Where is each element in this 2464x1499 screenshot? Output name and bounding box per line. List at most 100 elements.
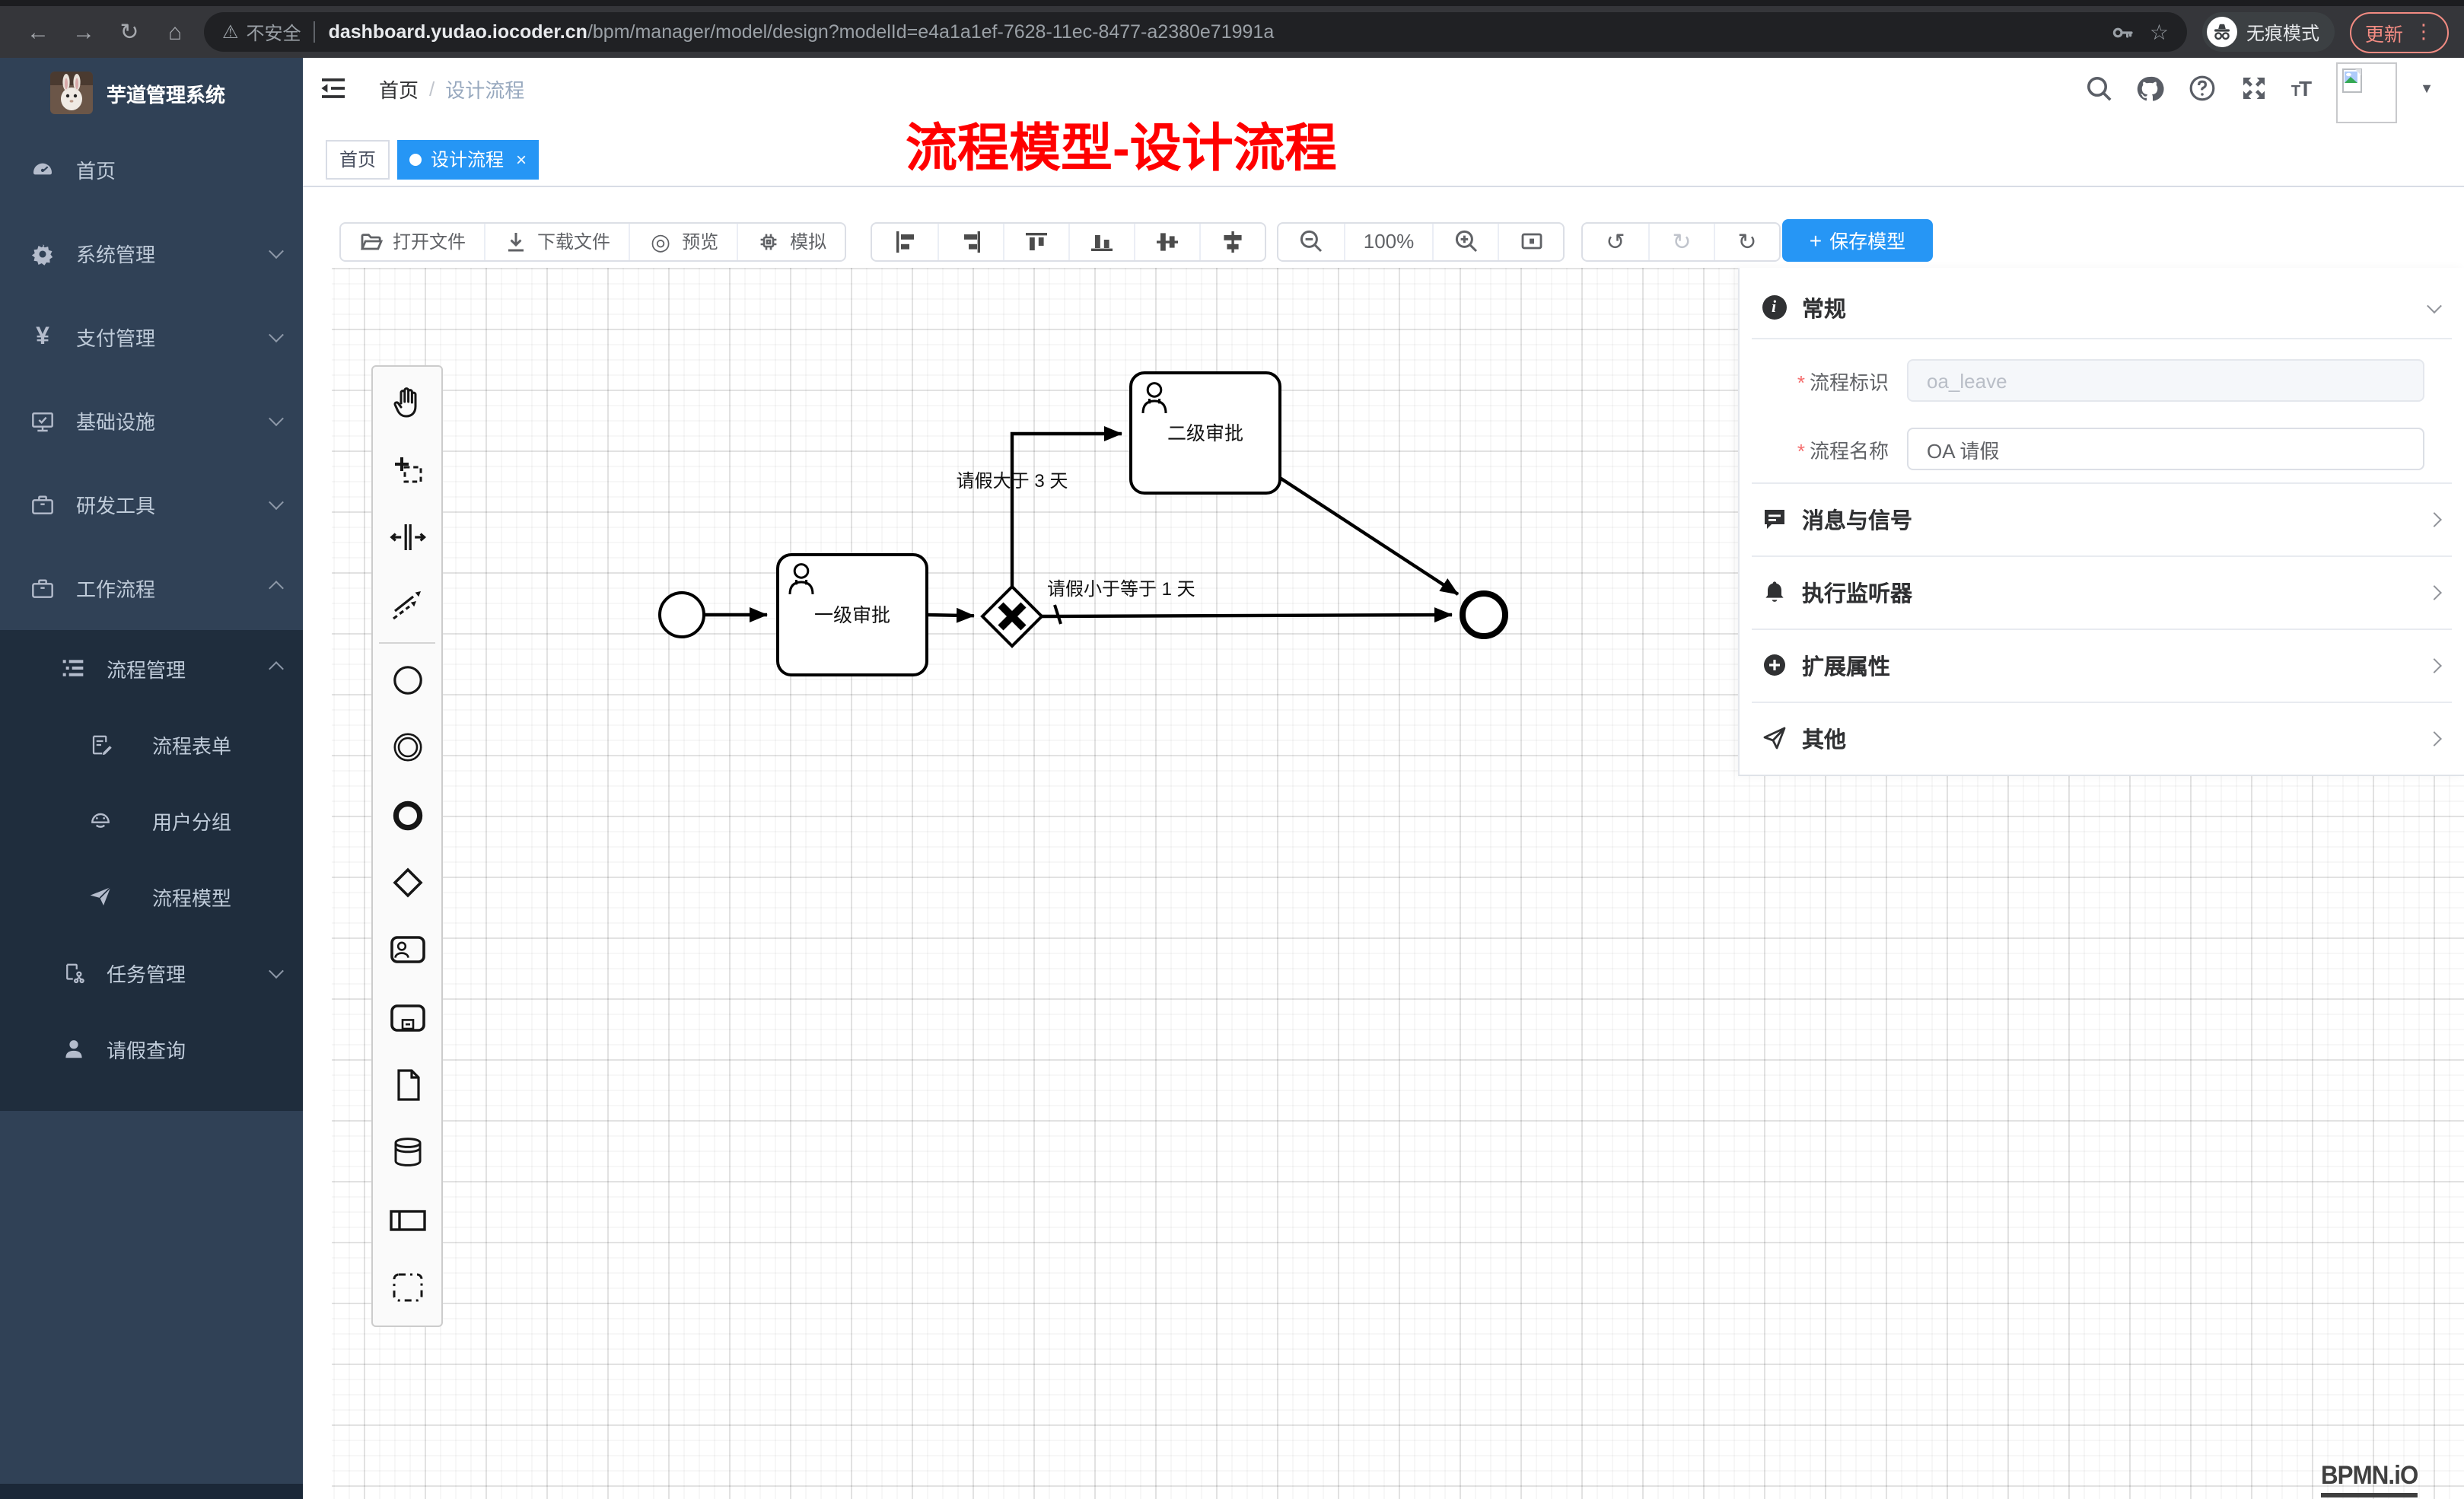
screen: ← → ↻ ⌂ ⚠ 不安全 dashboard.yudao.iocoder.cn… bbox=[0, 0, 2464, 1499]
browser-address-row: ← → ↻ ⌂ ⚠ 不安全 dashboard.yudao.iocoder.cn… bbox=[0, 6, 2464, 58]
section-general[interactable]: i 常规 bbox=[1740, 277, 2464, 338]
create-subprocess-icon[interactable] bbox=[373, 984, 441, 1052]
sidebar-item-label: 工作流程 bbox=[76, 574, 271, 603]
collapse-sidebar-icon[interactable] bbox=[320, 75, 347, 102]
close-icon[interactable]: × bbox=[516, 149, 527, 170]
align-bottom-icon[interactable] bbox=[1068, 223, 1134, 259]
create-end-event-icon[interactable] bbox=[373, 781, 441, 849]
end-event[interactable] bbox=[1463, 594, 1505, 636]
create-participant-icon[interactable] bbox=[373, 1186, 441, 1254]
start-event[interactable] bbox=[660, 593, 704, 637]
create-data-object-icon[interactable] bbox=[373, 1052, 441, 1119]
fullscreen-icon[interactable] bbox=[2240, 74, 2268, 103]
zoom-out-icon[interactable] bbox=[1278, 223, 1344, 259]
info-icon: i bbox=[1761, 294, 1787, 320]
forward-icon[interactable]: → bbox=[61, 19, 107, 45]
save-model-button[interactable]: + 保存模型 bbox=[1782, 218, 1933, 262]
undo-icon[interactable]: ↺ bbox=[1583, 223, 1648, 259]
zoom-in-icon[interactable] bbox=[1432, 223, 1498, 259]
chevron-down-icon bbox=[269, 243, 284, 259]
sidebar-item-process-mgmt[interactable]: 流程管理 bbox=[0, 630, 303, 706]
reset-zoom-icon[interactable] bbox=[1498, 223, 1563, 259]
github-icon[interactable] bbox=[2136, 74, 2165, 103]
hand-tool-icon[interactable] bbox=[373, 368, 441, 436]
browser-menu-icon[interactable]: ⋮ bbox=[2414, 20, 2434, 44]
sidebar-item-user-group[interactable]: 用户分组 bbox=[0, 782, 303, 858]
avatar[interactable] bbox=[2336, 62, 2397, 123]
reload-icon[interactable]: ↻ bbox=[107, 18, 152, 46]
simulate-button[interactable]: 模拟 bbox=[737, 223, 845, 259]
bpmn-canvas[interactable]: 一级审批 二级审批 请假大于 3 天 请假小于等于 1 天 bbox=[303, 268, 2464, 1499]
create-start-event-icon[interactable] bbox=[373, 646, 441, 714]
bpmn-io-watermark[interactable]: BPMN.iO bbox=[2321, 1461, 2418, 1497]
sidebar-item-process-form[interactable]: 流程表单 bbox=[0, 706, 303, 782]
preview-button[interactable]: ◎ 预览 bbox=[629, 223, 737, 259]
sidebar-item-leave-query[interactable]: 请假查询 bbox=[0, 1010, 303, 1087]
breadcrumb-home[interactable]: 首页 bbox=[379, 74, 419, 103]
flow-task1-to-gateway[interactable] bbox=[927, 615, 974, 616]
section-title: 消息与信号 bbox=[1802, 503, 2429, 535]
app-logo-row[interactable]: 芋道管理系统 bbox=[0, 58, 303, 128]
align-right-icon[interactable] bbox=[938, 223, 1003, 259]
user-task-level2[interactable]: 二级审批 bbox=[1131, 373, 1280, 493]
sidebar-item-devtools[interactable]: 研发工具 bbox=[0, 463, 303, 546]
create-intermediate-event-icon[interactable] bbox=[373, 714, 441, 781]
sidebar-item-workflow[interactable]: 工作流程 bbox=[0, 546, 303, 630]
flow-gateway-to-end[interactable] bbox=[1042, 615, 1452, 616]
flow-label-gt3[interactable]: 请假大于 3 天 bbox=[957, 471, 1068, 492]
space-tool-icon[interactable] bbox=[373, 504, 441, 571]
search-icon[interactable] bbox=[2084, 74, 2113, 103]
download-file-button[interactable]: 下载文件 bbox=[484, 223, 629, 259]
align-vertical-center-icon[interactable] bbox=[1134, 223, 1199, 259]
create-user-task-icon[interactable] bbox=[373, 916, 441, 984]
flow-task2-to-end[interactable] bbox=[1280, 478, 1458, 594]
section-execution-listener[interactable]: 执行监听器 bbox=[1740, 555, 2464, 629]
monitor-icon bbox=[30, 409, 55, 433]
sidebar-footer-bar[interactable] bbox=[0, 1484, 303, 1499]
align-left-icon[interactable] bbox=[872, 223, 938, 259]
section-title: 执行监听器 bbox=[1802, 576, 2429, 608]
lasso-tool-icon[interactable] bbox=[373, 436, 441, 504]
create-data-store-icon[interactable] bbox=[373, 1119, 441, 1187]
sidebar-item-label: 任务管理 bbox=[107, 958, 271, 987]
user-task-level1[interactable]: 一级审批 bbox=[778, 555, 927, 675]
tab-home[interactable]: 首页 bbox=[326, 140, 390, 179]
redo-icon[interactable]: ↻ bbox=[1648, 223, 1714, 259]
field-label: 流程名称 bbox=[1810, 439, 1889, 462]
sidebar-item-infra[interactable]: 基础设施 bbox=[0, 379, 303, 463]
tab-design-process[interactable]: 设计流程 × bbox=[397, 140, 539, 179]
section-messages-signals[interactable]: 消息与信号 bbox=[1740, 482, 2464, 555]
key-icon[interactable] bbox=[2112, 21, 2135, 43]
align-top-icon[interactable] bbox=[1003, 223, 1068, 259]
align-horizontal-center-icon[interactable] bbox=[1199, 223, 1265, 259]
home-icon[interactable]: ⌂ bbox=[152, 19, 198, 45]
create-group-icon[interactable] bbox=[373, 1254, 441, 1322]
help-icon[interactable] bbox=[2188, 74, 2217, 103]
sidebar-item-task-mgmt[interactable]: 任务管理 bbox=[0, 934, 303, 1010]
update-button[interactable]: 更新 ⋮ bbox=[2350, 11, 2449, 53]
exclusive-gateway[interactable] bbox=[982, 587, 1042, 646]
back-icon[interactable]: ← bbox=[15, 19, 61, 45]
process-key-input[interactable] bbox=[1907, 359, 2424, 402]
flow-gateway-to-task2[interactable] bbox=[1012, 434, 1122, 587]
create-gateway-icon[interactable] bbox=[373, 848, 441, 916]
refresh-icon[interactable]: ↻ bbox=[1714, 223, 1779, 259]
plus-icon: + bbox=[1810, 228, 1822, 253]
font-size-icon[interactable]: TT bbox=[2291, 76, 2310, 100]
zoom-level: 100% bbox=[1344, 223, 1432, 259]
open-file-button[interactable]: 打开文件 bbox=[341, 223, 484, 259]
global-connect-tool-icon[interactable] bbox=[373, 571, 441, 638]
sidebar-item-home[interactable]: 首页 bbox=[0, 128, 303, 212]
address-bar[interactable]: ⚠ 不安全 dashboard.yudao.iocoder.cn /bpm/ma… bbox=[204, 12, 2187, 52]
section-other[interactable]: 其他 bbox=[1740, 702, 2464, 775]
section-extended-attributes[interactable]: 扩展属性 bbox=[1740, 629, 2464, 702]
sidebar-item-system[interactable]: 系统管理 bbox=[0, 212, 303, 295]
sidebar-item-payment[interactable]: ¥ 支付管理 bbox=[0, 295, 303, 379]
process-name-input[interactable] bbox=[1907, 428, 2424, 470]
sidebar-item-process-model[interactable]: 流程模型 bbox=[0, 858, 303, 934]
bookmark-star-icon[interactable]: ☆ bbox=[2150, 19, 2169, 45]
avatar-caret-icon[interactable]: ▼ bbox=[2420, 81, 2434, 96]
not-secure-icon: ⚠ bbox=[222, 21, 239, 43]
flow-label-le1[interactable]: 请假小于等于 1 天 bbox=[1047, 579, 1195, 600]
paper-plane-icon bbox=[1761, 725, 1787, 751]
